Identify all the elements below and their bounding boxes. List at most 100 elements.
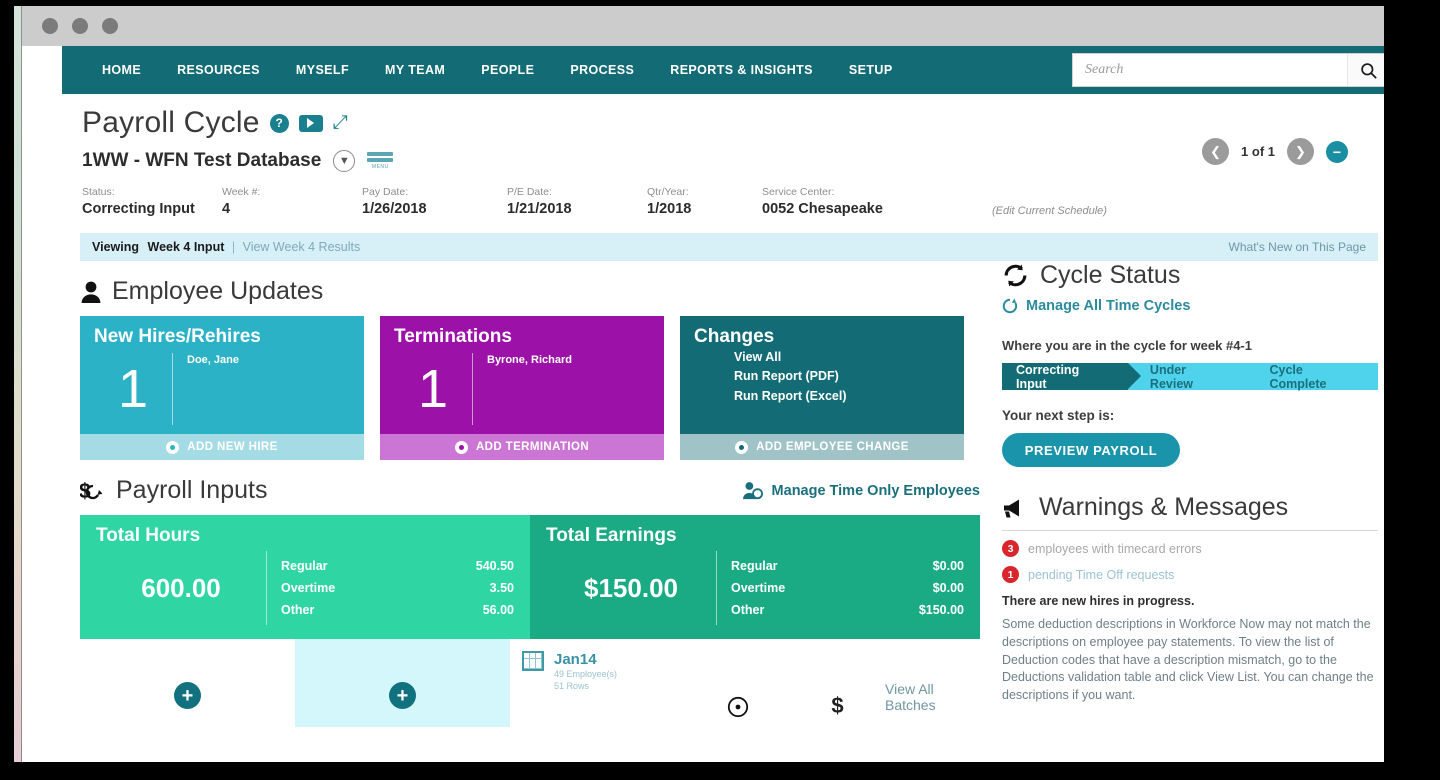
- total-earnings-value: $150.00: [584, 572, 678, 603]
- person-clock-icon: [742, 481, 763, 499]
- card-terminations-title: Terminations: [394, 326, 512, 347]
- meta-pe-date: P/E Date: 1/21/2018: [507, 186, 647, 217]
- add-employee-change-button[interactable]: ADD EMPLOYEE CHANGE: [680, 434, 964, 460]
- view-week-results-link[interactable]: View Week 4 Results: [243, 240, 361, 254]
- menu-icon[interactable]: MENU: [367, 152, 394, 170]
- total-earnings-panel: Total Earnings $150.00 Regular $0.00 Ove…: [530, 515, 980, 639]
- meta-status: Status: Correcting Input: [82, 186, 222, 217]
- chevron-down-icon[interactable]: ▼: [333, 150, 356, 172]
- search-input[interactable]: Search: [1073, 62, 1347, 78]
- window-frame-left: [0, 0, 14, 780]
- add-termination-label: ADD TERMINATION: [475, 441, 590, 453]
- run-report-pdf-link[interactable]: Run Report (PDF): [734, 367, 950, 386]
- card-terminations-content: 1 Byrone, Richard: [394, 350, 650, 428]
- meta-week-label: Week #:: [222, 186, 261, 198]
- nav-item-resources[interactable]: RESOURCES: [159, 63, 278, 77]
- add-termination-button[interactable]: ADD TERMINATION: [380, 434, 664, 460]
- add-new-hire-button[interactable]: ADD NEW HIRE: [80, 434, 364, 460]
- cycle-position-text: Where you are in the cycle for week #4-1: [1002, 338, 1252, 353]
- plus-icon: [735, 440, 749, 454]
- pager-previous-button[interactable]: ❮: [1202, 138, 1230, 165]
- add-icon[interactable]: +: [389, 682, 416, 709]
- earnings-entry-icon-cell[interactable]: $: [790, 639, 885, 727]
- card-changes-links: View All Run Report (PDF) Run Report (Ex…: [694, 348, 950, 406]
- payroll-inputs-title: Payroll Inputs: [116, 476, 268, 504]
- earnings-overtime-label: Overtime: [731, 581, 786, 595]
- warning-text: pending Time Off requests: [1028, 567, 1175, 582]
- page-title: Payroll Cycle: [82, 106, 260, 139]
- preview-payroll-button[interactable]: PREVIEW PAYROLL: [1002, 433, 1180, 467]
- card-new-hires-body: New Hires/Rehires 1 Doe, Jane: [80, 316, 364, 434]
- cycle-progress-steps: Correcting Input Under Review Cycle Comp…: [1002, 363, 1378, 391]
- card-changes-body: Changes View All Run Report (PDF) Run Re…: [680, 316, 964, 434]
- employee-updates-header: Employee Updates: [80, 277, 980, 306]
- card-terminations-count: 1: [417, 359, 449, 419]
- card-new-hires[interactable]: New Hires/Rehires 1 Doe, Jane ADD NEW HI…: [80, 316, 364, 460]
- nav-item-my-team[interactable]: MY TEAM: [367, 63, 463, 77]
- cycle-step-cycle-complete[interactable]: Cycle Complete: [1247, 363, 1378, 391]
- batch-name: Jan14: [554, 651, 597, 668]
- nav-item-setup[interactable]: SETUP: [831, 63, 911, 77]
- earnings-regular-label: Regular: [731, 559, 778, 573]
- window-maximize-dot[interactable]: [102, 18, 118, 34]
- nav-item-people[interactable]: PEOPLE: [463, 63, 552, 77]
- window-minimize-dot[interactable]: [72, 18, 88, 34]
- cycle-step-correcting-input[interactable]: Correcting Input: [1002, 363, 1141, 391]
- database-name: 1WW - WFN Test Database: [82, 150, 322, 171]
- payroll-inputs-header: $ Payroll Inputs Manage Time Only Employ…: [80, 476, 980, 505]
- view-all-link[interactable]: View All: [734, 348, 950, 367]
- earnings-other-label: Other: [731, 603, 765, 617]
- megaphone-icon: [1004, 499, 1019, 517]
- viewing-bar: Viewing Week 4 Input | View Week 4 Resul…: [80, 233, 1378, 261]
- meta-pay-date-label: Pay Date:: [362, 186, 409, 198]
- help-icon[interactable]: ?: [269, 113, 289, 133]
- card-changes[interactable]: Changes View All Run Report (PDF) Run Re…: [680, 316, 964, 460]
- total-earnings-title: Total Earnings: [546, 525, 677, 546]
- warning-item-timecard-errors[interactable]: 3 employees with timecard errors: [1002, 540, 1378, 557]
- spreadsheet-icon: [522, 651, 544, 671]
- meta-service-center-label: Service Center:: [762, 186, 835, 198]
- window-frame-right: [1384, 0, 1440, 780]
- nav-item-home[interactable]: HOME: [84, 63, 159, 77]
- cycle-metadata: Status: Correcting Input Week #: 4 Pay D…: [82, 186, 1376, 217]
- edit-current-schedule-link[interactable]: (Edit Current Schedule): [992, 205, 1107, 217]
- add-batch-cell-2[interactable]: +: [295, 639, 510, 727]
- pager-next-button[interactable]: ❯: [1287, 138, 1314, 165]
- nav-item-process[interactable]: PROCESS: [552, 63, 652, 77]
- card-terminations-detail: Byrone, Richard: [487, 354, 572, 366]
- window-close-dot[interactable]: [42, 18, 58, 34]
- payroll-inputs-panel: Total Hours 600.00 Regular 540.50 Overti…: [80, 515, 980, 639]
- search-box[interactable]: Search: [1072, 53, 1390, 87]
- add-icon[interactable]: +: [174, 682, 201, 709]
- expand-icon[interactable]: ⤢: [333, 112, 348, 134]
- nav-item-reports-insights[interactable]: REPORTS & INSIGHTS: [652, 63, 831, 77]
- meta-service-center-value: 0052 Chesapeake: [762, 201, 883, 217]
- warning-paragraph: Some deduction descriptions in Workforce…: [1002, 617, 1374, 702]
- view-all-batches-link[interactable]: View All Batches: [885, 639, 980, 727]
- warning-item-time-off-requests[interactable]: 1 pending Time Off requests: [1002, 566, 1378, 583]
- collapse-button[interactable]: −: [1326, 140, 1348, 163]
- manage-time-only-employees-link[interactable]: Manage Time Only Employees: [742, 481, 980, 501]
- browser-window: HOME RESOURCES MYSELF MY TEAM PEOPLE PRO…: [22, 6, 1418, 762]
- meta-service-center: Service Center: 0052 Chesapeake: [762, 186, 992, 217]
- viewing-bar-left: Viewing Week 4 Input | View Week 4 Resul…: [92, 240, 360, 254]
- nav-item-myself[interactable]: MYSELF: [278, 63, 367, 77]
- meta-qtr-year: Qtr/Year: 1/2018: [647, 186, 762, 217]
- video-icon[interactable]: [298, 114, 323, 132]
- search-button[interactable]: [1347, 54, 1389, 86]
- card-new-hires-content: 1 Doe, Jane: [94, 350, 350, 428]
- hours-other-label: Other: [281, 603, 315, 617]
- total-hours-row: Other 56.00: [281, 599, 530, 621]
- meta-qtr-year-label: Qtr/Year:: [647, 186, 689, 198]
- batch-item[interactable]: Jan14 49 Employee(s) 51 Rows: [510, 639, 685, 727]
- run-report-excel-link[interactable]: Run Report (Excel): [734, 387, 950, 406]
- time-entry-icon-cell[interactable]: [685, 639, 790, 727]
- whats-new-link[interactable]: What's New on This Page: [1229, 240, 1366, 254]
- cycle-step-under-review[interactable]: Under Review: [1127, 363, 1261, 391]
- manage-time-only-employees-label: Manage Time Only Employees: [771, 482, 980, 499]
- manage-all-time-cycles-link[interactable]: Manage All Time Cycles: [1002, 298, 1378, 314]
- earnings-regular-value: $0.00: [932, 559, 964, 573]
- card-terminations[interactable]: Terminations 1 Byrone, Richard ADD TERMI…: [380, 316, 664, 460]
- add-new-hire-label: ADD NEW HIRE: [187, 441, 278, 453]
- add-batch-cell-1[interactable]: +: [80, 639, 295, 727]
